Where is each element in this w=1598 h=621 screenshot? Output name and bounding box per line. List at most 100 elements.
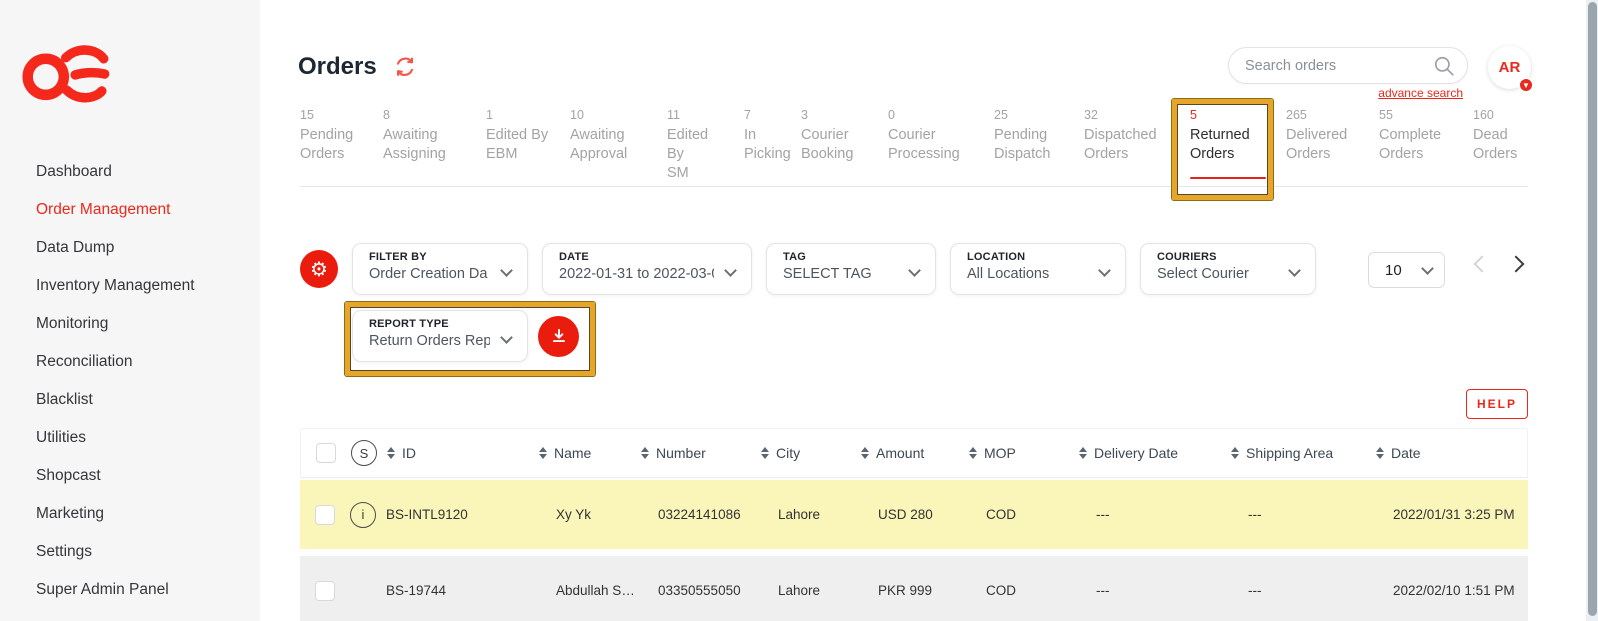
tab-pending-orders[interactable]: 15 PendingOrders — [300, 108, 363, 183]
cell-amount: USD 280 — [860, 507, 968, 522]
select-column-icon[interactable]: S — [351, 440, 377, 466]
tab-awaiting-assigning[interactable]: 8 AwaitingAssigning — [383, 108, 466, 183]
chevron-down-icon — [1098, 264, 1111, 277]
tab-awaiting-approval[interactable]: 10 AwaitingApproval — [570, 108, 647, 183]
cell-city: Lahore — [760, 507, 860, 522]
brand-logo-icon — [22, 42, 117, 104]
sort-icon[interactable] — [1079, 447, 1087, 460]
cell-mop: COD — [968, 507, 1078, 522]
table-header-row: S ID Name Number City — [300, 428, 1528, 478]
tab-complete-orders[interactable]: 55 CompleteOrders — [1379, 108, 1453, 183]
chevron-down-icon — [1421, 262, 1434, 275]
cell-city: Lahore — [760, 583, 860, 598]
sidebar-item-super-admin-panel[interactable]: Super Admin Panel — [0, 571, 260, 609]
column-header-name[interactable]: Name — [539, 445, 641, 461]
pagination — [1476, 258, 1522, 270]
info-icon[interactable]: i — [350, 502, 376, 528]
chevron-down-icon — [908, 264, 921, 277]
tab-dispatched-orders[interactable]: 32 DispatchedOrders — [1084, 108, 1170, 183]
sidebar-item-marketing[interactable]: Marketing — [0, 495, 260, 533]
tab-returned-orders[interactable]: 5 ReturnedOrders — [1190, 108, 1266, 183]
avatar-chevron-down-icon[interactable]: ▼ — [1518, 77, 1534, 93]
tab-courier-booking[interactable]: 3 CourierBooking — [801, 108, 868, 183]
chevron-down-icon — [1288, 264, 1301, 277]
sort-icon[interactable] — [539, 447, 547, 460]
column-header-id[interactable]: ID — [387, 445, 539, 461]
column-header-shipping-area[interactable]: Shipping Area — [1231, 445, 1376, 461]
column-header-amount[interactable]: Amount — [861, 445, 969, 461]
sidebar-item-order-management[interactable]: Order Management — [0, 191, 260, 229]
cell-shipping-area: --- — [1230, 507, 1375, 522]
tab-edited-by-ebm[interactable]: 1 Edited ByEBM — [486, 108, 550, 183]
sort-icon[interactable] — [1231, 447, 1239, 460]
date-range-dropdown[interactable]: DATE 2022-01-31 to 2022-03-01 — [542, 243, 752, 295]
tab-edited-by-sm[interactable]: 11 Edited BySM — [667, 108, 724, 183]
sidebar-item-utilities[interactable]: Utilities — [0, 419, 260, 457]
avatar-initials: AR — [1499, 59, 1521, 76]
previous-page-icon[interactable] — [1474, 256, 1491, 273]
sidebar: Dashboard Order Management Data Dump Inv… — [0, 0, 260, 621]
vertical-scrollbar[interactable] — [1586, 0, 1598, 621]
cell-mop: COD — [968, 583, 1078, 598]
tag-dropdown[interactable]: TAG SELECT TAG — [766, 243, 936, 295]
report-row: REPORT TYPE Return Orders Rep — [352, 310, 579, 362]
download-report-button[interactable] — [538, 316, 579, 357]
sort-icon[interactable] — [861, 447, 869, 460]
report-type-dropdown[interactable]: REPORT TYPE Return Orders Rep — [352, 310, 528, 362]
avatar[interactable]: AR ▼ — [1488, 46, 1531, 89]
sidebar-nav: Dashboard Order Management Data Dump Inv… — [0, 153, 260, 609]
column-header-mop[interactable]: MOP — [969, 445, 1079, 461]
cell-shipping-area: --- — [1230, 583, 1375, 598]
tab-in-picking[interactable]: 7 InPicking — [744, 108, 781, 183]
sort-icon[interactable] — [387, 447, 395, 460]
search-orders-box — [1228, 47, 1468, 84]
sidebar-item-settings[interactable]: Settings — [0, 533, 260, 571]
column-header-delivery-date[interactable]: Delivery Date — [1079, 445, 1231, 461]
sort-icon[interactable] — [1376, 447, 1384, 460]
column-header-date[interactable]: Date — [1376, 445, 1529, 461]
download-icon — [550, 327, 568, 345]
row-checkbox[interactable] — [315, 505, 335, 525]
couriers-dropdown[interactable]: COURIERS Select Courier — [1140, 243, 1316, 295]
sidebar-item-inventory-management[interactable]: Inventory Management — [0, 267, 260, 305]
cell-name: Xy Yk — [538, 507, 640, 522]
tab-dead-orders[interactable]: 160 DeadOrders — [1473, 108, 1533, 183]
gear-icon: ⚙ — [310, 257, 328, 282]
filter-by-dropdown[interactable]: FILTER BY Order Creation Da — [352, 243, 528, 295]
column-header-number[interactable]: Number — [641, 445, 761, 461]
page-title: Orders — [298, 53, 377, 81]
sort-icon[interactable] — [969, 447, 977, 460]
sort-icon[interactable] — [641, 447, 649, 460]
sidebar-item-shopcast[interactable]: Shopcast — [0, 457, 260, 495]
sidebar-item-blacklist[interactable]: Blacklist — [0, 381, 260, 419]
sidebar-item-data-dump[interactable]: Data Dump — [0, 229, 260, 267]
search-input[interactable] — [1245, 58, 1433, 74]
column-header-city[interactable]: City — [761, 445, 861, 461]
filter-settings-button[interactable]: ⚙ — [300, 250, 338, 288]
scrollbar-thumb[interactable] — [1588, 2, 1597, 616]
sidebar-item-reconciliation[interactable]: Reconciliation — [0, 343, 260, 381]
tab-delivered-orders[interactable]: 265 DeliveredOrders — [1286, 108, 1359, 183]
table-row[interactable]: i BS-INTL9120 Xy Yk 03224141086 Lahore U… — [300, 480, 1528, 549]
row-checkbox[interactable] — [315, 581, 335, 601]
table-row[interactable]: BS-19744 Abdullah Safda... 03350555050 L… — [300, 556, 1528, 621]
select-all-checkbox[interactable] — [316, 443, 336, 463]
tab-pending-dispatch[interactable]: 25 PendingDispatch — [994, 108, 1064, 183]
cell-delivery-date: --- — [1078, 583, 1230, 598]
tab-courier-processing[interactable]: 0 CourierProcessing — [888, 108, 974, 183]
location-dropdown[interactable]: LOCATION All Locations — [950, 243, 1126, 295]
cell-name: Abdullah Safda... — [538, 583, 640, 598]
search-icon[interactable] — [1433, 55, 1455, 77]
advance-search-link[interactable]: advance search — [1376, 86, 1463, 100]
cell-number: 03350555050 — [640, 583, 760, 598]
sort-icon[interactable] — [761, 447, 769, 460]
cell-date: 2022/01/31 3:25 PM — [1375, 507, 1528, 522]
sidebar-item-dashboard[interactable]: Dashboard — [0, 153, 260, 191]
cell-number: 03224141086 — [640, 507, 760, 522]
refresh-icon[interactable] — [393, 55, 417, 79]
page-size-select[interactable]: 10 — [1368, 252, 1445, 288]
help-button[interactable]: HELP — [1466, 389, 1528, 419]
next-page-icon[interactable] — [1508, 256, 1525, 273]
sidebar-item-monitoring[interactable]: Monitoring — [0, 305, 260, 343]
main-content: Orders advance search AR ▼ 15 Pendi — [260, 0, 1598, 621]
